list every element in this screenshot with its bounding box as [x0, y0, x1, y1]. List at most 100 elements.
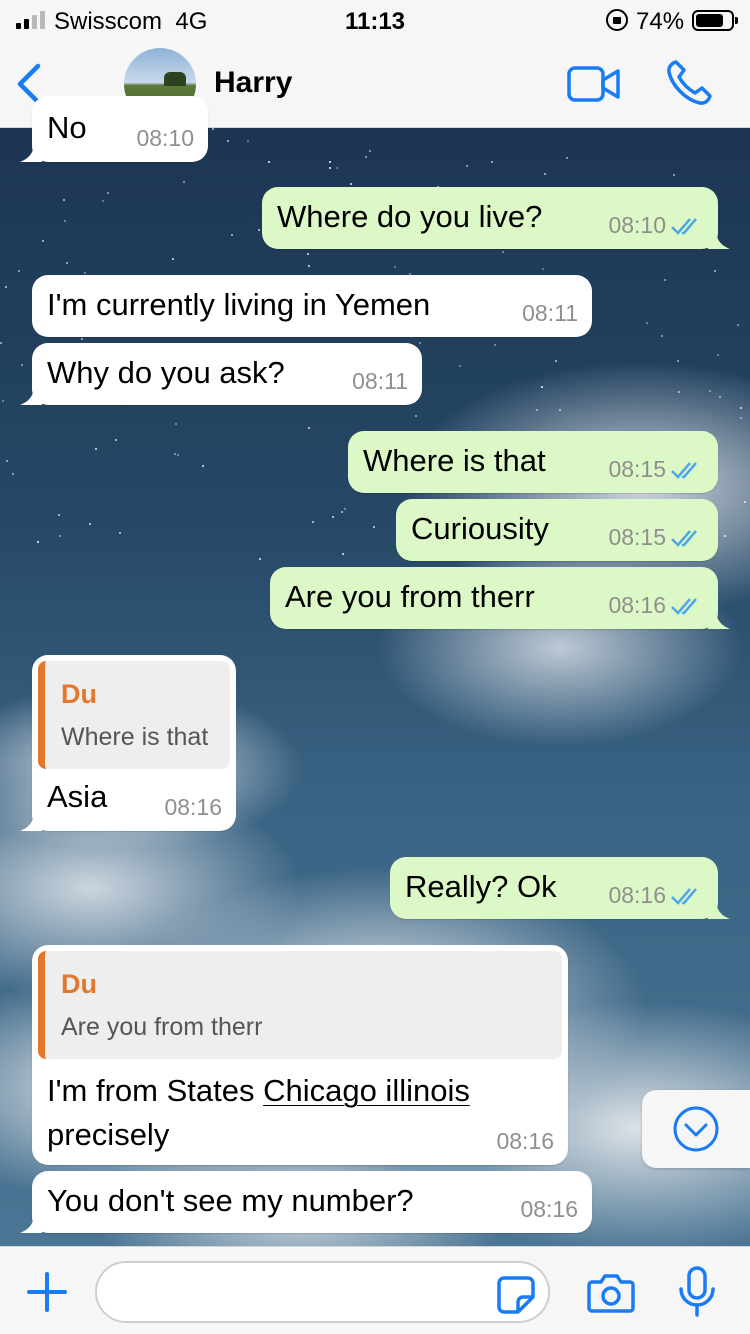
quoted-author: Du	[61, 969, 97, 999]
message-text: Are you from therr	[285, 579, 535, 614]
star-decoration	[737, 324, 739, 326]
star-decoration	[21, 364, 23, 366]
quoted-message[interactable]: Du Are you from therr	[38, 951, 562, 1059]
message-time: 08:10	[136, 125, 194, 151]
message-time: 08:16	[164, 794, 222, 820]
sticker-button[interactable]	[496, 1275, 536, 1315]
quoted-text: Where is that	[61, 723, 209, 751]
phone-icon	[667, 60, 712, 105]
sticker-icon	[497, 1276, 535, 1314]
star-decoration	[202, 465, 204, 467]
star-decoration	[661, 335, 663, 337]
star-decoration	[541, 386, 543, 388]
message-time: 08:11	[522, 300, 578, 326]
voice-call-button[interactable]	[664, 58, 714, 108]
star-decoration	[717, 354, 719, 356]
message-outgoing[interactable]: Curiousity 08:15	[396, 499, 718, 561]
star-decoration	[673, 174, 675, 176]
message-outgoing[interactable]: Really? Ok 08:16	[390, 857, 730, 919]
camera-icon	[587, 1274, 635, 1313]
star-decoration	[344, 508, 346, 510]
star-decoration	[329, 167, 331, 169]
attach-button[interactable]	[26, 1271, 68, 1313]
message-time: 08:10	[608, 212, 704, 239]
star-decoration	[42, 240, 44, 242]
star-decoration	[740, 417, 742, 419]
star-decoration	[740, 407, 742, 409]
message-outgoing[interactable]: Where do you live? 08:10	[262, 187, 730, 249]
star-decoration	[307, 253, 309, 255]
star-decoration	[2, 400, 4, 402]
voice-message-button[interactable]	[676, 1265, 718, 1319]
camera-button[interactable]	[586, 1271, 636, 1315]
star-decoration	[466, 165, 468, 167]
star-decoration	[172, 258, 174, 260]
star-decoration	[63, 199, 65, 201]
star-decoration	[183, 181, 185, 183]
message-incoming[interactable]: Why do you ask? 08:11	[20, 343, 422, 405]
star-decoration	[332, 516, 334, 518]
star-decoration	[37, 541, 39, 543]
star-decoration	[341, 511, 343, 513]
read-ticks-icon	[671, 461, 697, 479]
location-link[interactable]: Chicago illinois	[263, 1073, 470, 1108]
star-decoration	[231, 234, 233, 236]
star-decoration	[5, 286, 7, 288]
read-ticks-icon	[671, 887, 697, 905]
star-decoration	[115, 439, 117, 441]
video-camera-icon	[567, 66, 620, 102]
message-incoming[interactable]: No 08:10	[20, 96, 208, 162]
message-time: 08:15	[608, 456, 704, 483]
star-decoration	[724, 535, 726, 537]
message-incoming-reply[interactable]: Du Are you from therr I'm from States Ch…	[32, 945, 568, 1165]
scroll-to-bottom-button[interactable]	[642, 1090, 750, 1168]
message-incoming[interactable]: You don't see my number? 08:16	[20, 1171, 592, 1233]
quoted-message[interactable]: Du Where is that	[38, 661, 230, 769]
message-incoming-reply[interactable]: Du Where is that Asia 08:16	[20, 655, 236, 831]
status-bar: Swisscom 4G 11:13 74%	[0, 0, 750, 40]
star-decoration	[66, 262, 68, 264]
contact-name[interactable]: Harry	[214, 66, 292, 100]
message-outgoing[interactable]: Are you from therr 08:16	[270, 567, 730, 629]
star-decoration	[119, 532, 121, 534]
star-decoration	[0, 342, 2, 344]
message-outgoing[interactable]: Where is that 08:15	[348, 431, 718, 493]
star-decoration	[365, 156, 367, 158]
battery-percent: 74%	[636, 8, 685, 35]
star-decoration	[336, 167, 338, 169]
message-time: 08:11	[352, 368, 408, 394]
message-incoming[interactable]: I'm currently living in Yemen 08:11	[32, 275, 592, 337]
star-decoration	[258, 229, 260, 231]
star-decoration	[329, 161, 331, 163]
microphone-icon	[679, 1266, 715, 1317]
battery-icon	[692, 10, 738, 31]
star-decoration	[247, 140, 249, 142]
video-call-button[interactable]	[566, 64, 622, 104]
message-text: I'm from States Chicago illinois precise…	[47, 1073, 470, 1152]
star-decoration	[419, 342, 421, 344]
star-decoration	[259, 558, 261, 560]
star-decoration	[677, 360, 679, 362]
star-decoration	[107, 192, 109, 194]
read-ticks-icon	[671, 529, 697, 547]
star-decoration	[175, 423, 177, 425]
message-text: No	[47, 110, 87, 145]
read-ticks-icon	[671, 217, 697, 235]
message-text: Where is that	[363, 443, 546, 478]
message-input[interactable]	[95, 1261, 550, 1323]
star-decoration	[744, 501, 746, 503]
star-decoration	[12, 473, 14, 475]
star-decoration	[268, 161, 270, 163]
message-time: 08:16	[608, 882, 704, 909]
star-decoration	[646, 322, 648, 324]
plus-icon	[27, 1272, 67, 1312]
star-decoration	[664, 279, 666, 281]
star-decoration	[95, 448, 97, 450]
star-decoration	[177, 454, 179, 456]
star-decoration	[6, 460, 8, 462]
star-decoration	[566, 157, 568, 159]
quoted-author: Du	[61, 679, 97, 709]
star-decoration	[459, 365, 461, 367]
orientation-lock-icon	[606, 9, 628, 31]
message-time: 08:16	[520, 1196, 578, 1222]
